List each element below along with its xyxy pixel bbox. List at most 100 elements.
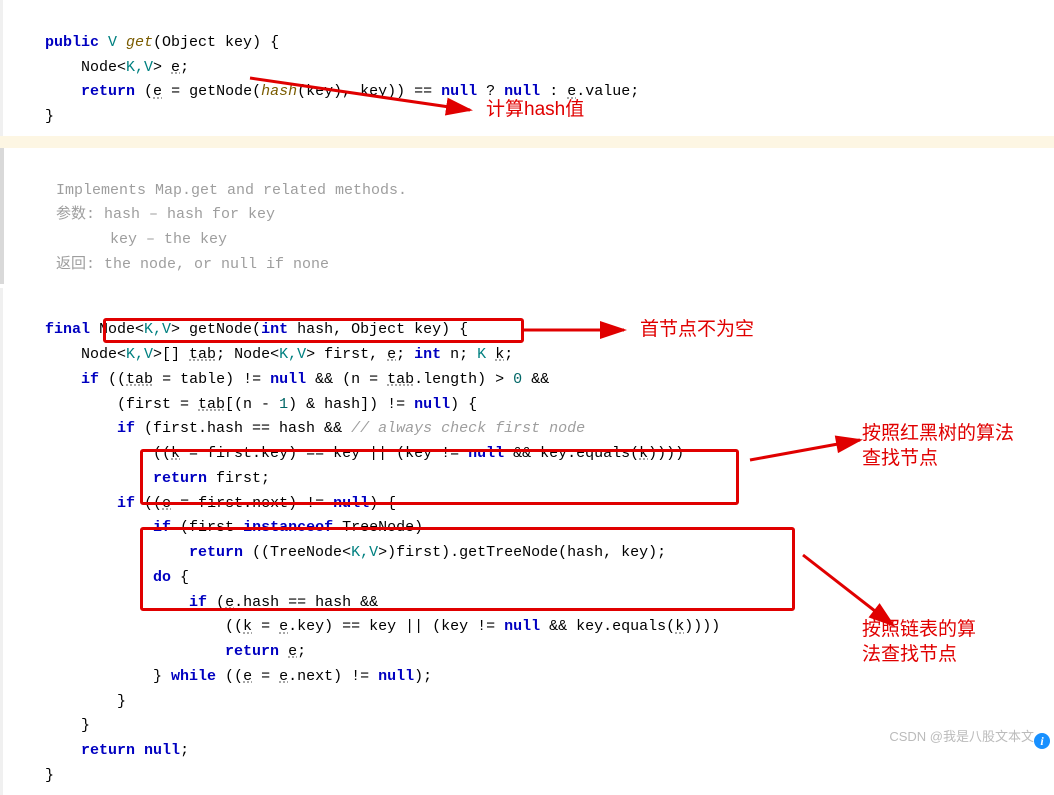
kw: do — [153, 569, 171, 586]
t: (( — [45, 618, 243, 635]
v: e — [243, 668, 252, 685]
v: k — [171, 445, 180, 462]
v: tab — [198, 396, 225, 413]
t — [45, 569, 153, 586]
t: } — [45, 668, 171, 685]
kw: null — [333, 495, 369, 512]
anno-list-l2: 法查找节点 — [862, 644, 957, 665]
t: hash, Object key) { — [288, 321, 468, 338]
t: (first.hash == hash && — [135, 420, 351, 437]
t: = table) != — [153, 371, 270, 388]
kw: if — [117, 420, 135, 437]
t: ; — [297, 643, 306, 660]
doc-line: 参数: hash – hash for key — [56, 206, 275, 223]
type: K,V — [144, 321, 171, 338]
v: k — [675, 618, 684, 635]
watermark: CSDN @我是八股文本文 — [889, 726, 1034, 747]
text: } — [45, 108, 54, 125]
kw: return — [81, 83, 135, 100]
t: } — [45, 717, 90, 734]
kw: return — [189, 544, 243, 561]
v: k — [243, 618, 252, 635]
t — [45, 495, 117, 512]
t: ; — [504, 346, 513, 363]
t: .key) == key || (key != — [288, 618, 504, 635]
t: ) & hash]) != — [288, 396, 414, 413]
t — [135, 742, 144, 759]
t: > first, — [306, 346, 387, 363]
t: && (n = — [306, 371, 387, 388]
t: } — [45, 693, 126, 710]
t: = first.next) != — [171, 495, 333, 512]
t — [45, 519, 153, 536]
text: > — [153, 59, 171, 76]
text: .value; — [576, 83, 639, 100]
type: K — [477, 346, 486, 363]
t — [45, 544, 189, 561]
var: e — [171, 59, 180, 76]
v: tab — [189, 346, 216, 363]
anno-list-l1: 按照链表的算 — [862, 619, 976, 640]
anno-firstnode: 首节点不为空 — [640, 318, 754, 343]
v: e — [288, 643, 297, 660]
t: { — [171, 569, 189, 586]
kw: return — [153, 470, 207, 487]
doc-line: key – the key — [56, 231, 227, 248]
t: = — [252, 668, 279, 685]
kw: null — [414, 396, 450, 413]
kw: instanceof — [243, 519, 333, 536]
func: hash — [261, 83, 297, 100]
kw: null — [144, 742, 180, 759]
anno-hash: 计算hash值 — [486, 98, 584, 123]
v: e — [279, 668, 288, 685]
text: (Object key) { — [153, 34, 279, 51]
t — [45, 742, 81, 759]
num: 0 — [513, 371, 522, 388]
info-icon: i — [1034, 733, 1050, 749]
anno-tree: 按照红黑树的算法 查找节点 — [862, 422, 1014, 471]
t: && key.equals( — [540, 618, 675, 635]
type: K,V — [126, 346, 153, 363]
doc-line: 返回: the node, or null if none — [56, 256, 329, 273]
t: [(n - — [225, 396, 279, 413]
highlight-strip — [0, 136, 1054, 148]
v: k — [495, 346, 504, 363]
anno-list: 按照链表的算 法查找节点 — [862, 618, 976, 667]
kw: public — [45, 34, 108, 51]
t: Node< — [90, 321, 144, 338]
t: (( — [216, 668, 243, 685]
v: e — [162, 495, 171, 512]
kw: null — [378, 668, 414, 685]
t: ) { — [369, 495, 396, 512]
v: e — [387, 346, 396, 363]
func: get — [117, 34, 153, 51]
text: ( — [135, 83, 153, 100]
t: )))) — [684, 618, 720, 635]
t: ) { — [450, 396, 477, 413]
text: (key), key)) == — [297, 83, 441, 100]
t: = first.key) == key || (key != — [180, 445, 468, 462]
t: (( — [99, 371, 126, 388]
t: ; Node< — [216, 346, 279, 363]
t: ); — [414, 668, 432, 685]
t: > getNode( — [171, 321, 261, 338]
v: k — [639, 445, 648, 462]
t: TreeNode) — [333, 519, 423, 536]
t: >[] — [153, 346, 189, 363]
t: (first = — [45, 396, 198, 413]
kw: null — [504, 618, 540, 635]
t: && — [522, 371, 549, 388]
t: (( — [135, 495, 162, 512]
v: e — [279, 618, 288, 635]
type: K,V — [351, 544, 378, 561]
t — [45, 470, 153, 487]
t: = — [252, 618, 279, 635]
v: tab — [387, 371, 414, 388]
kw: null — [441, 83, 477, 100]
kw: if — [81, 371, 99, 388]
t: && key.equals( — [504, 445, 639, 462]
kw: int — [414, 346, 441, 363]
t — [45, 371, 81, 388]
kw: return — [81, 742, 135, 759]
t: .length) > — [414, 371, 513, 388]
